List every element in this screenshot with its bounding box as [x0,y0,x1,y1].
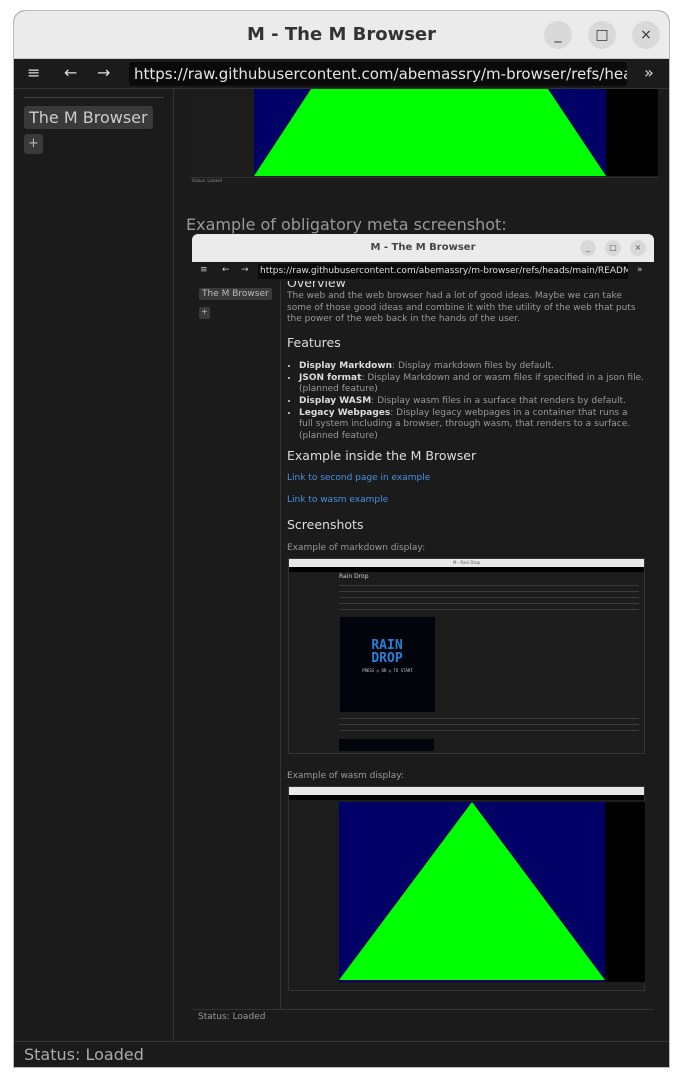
feature-name: Display Markdown [299,361,393,371]
raindrop-image: RAIN DROP PRESS ◎ OR ◎ TO START [340,617,435,712]
menu-icon[interactable]: ≡ [27,63,40,82]
browser-window: M - The M Browser _ □ × ≡ ← → https://ra… [13,10,670,1068]
close-button[interactable]: × [632,21,660,49]
feature-item: Legacy Webpages: Display legacy webpages… [299,408,644,443]
status-bar: Status: Loaded [14,1041,669,1067]
inner-toolbar: ≡ ← → https://raw.githubusercontent.com/… [192,262,654,281]
forward-icon[interactable]: → [97,63,110,82]
wasm-example-link[interactable]: Link to wasm example [287,495,388,507]
md-shot-heading: Rain Drop [339,573,369,580]
md-shot-title: M - Rain Drop [289,559,644,567]
inner-content: Overview The web and the web browser had… [287,281,647,1009]
feature-item: Display Markdown: Display markdown files… [299,361,644,373]
meta-caption: Example of obligatory meta screenshot: [186,215,507,234]
overview-heading: Overview [287,281,346,290]
wasm-shot-canvas [339,802,645,982]
toolbar: ≡ ← → https://raw.githubusercontent.com/… [14,59,669,89]
feature-desc: : Display markdown files by default. [392,361,554,371]
markdown-caption: Example of markdown display: [287,543,426,553]
maximize-button[interactable]: □ [588,21,616,49]
inner-tab: The M Browser [199,288,272,300]
inner-forward-icon: → [241,265,249,275]
overview-text: The web and the web browser had a lot of… [287,291,636,325]
meta-screenshot: M - The M Browser _ □ × ≡ ← → https://ra… [192,234,654,1024]
new-tab-button[interactable]: + [24,134,43,154]
wasm-screenshot [288,786,645,991]
md-shot-url [289,567,644,572]
feature-item: Display WASM: Display wasm files in a su… [299,396,644,408]
inner-close-icon: × [630,240,646,256]
title-bar: M - The M Browser _ □ × [14,11,669,59]
feature-item: JSON format: Display Markdown and or was… [299,373,644,396]
url-input[interactable]: https://raw.githubusercontent.com/abemas… [129,62,627,86]
screenshots-heading: Screenshots [287,517,364,532]
raindrop-sub: PRESS ◎ OR ◎ TO START [362,668,413,673]
features-heading: Features [287,335,341,350]
prev-status: Status: Loaded [190,177,658,183]
inner-title-bar: M - The M Browser _ □ × [192,234,654,262]
inner-menu-icon: ≡ [200,265,208,275]
inner-new-tab: + [199,307,210,319]
minimize-button[interactable]: _ [544,21,572,49]
wasm-screenshot-prev: Status: Loaded [190,89,658,184]
features-list: Display Markdown: Display markdown files… [299,361,644,443]
feature-name: JSON format [299,372,362,383]
wasm-canvas [254,89,658,176]
feature-name: Display WASM [299,396,372,407]
raindrop-title: RAIN DROP [371,638,403,666]
second-page-link[interactable]: Link to second page in example [287,473,430,485]
sidebar-divider [24,97,164,98]
sidebar-tab[interactable]: The M Browser [24,106,153,129]
inner-url: https://raw.githubusercontent.com/abemas… [258,264,628,279]
wasm-shot-titlebar [289,787,644,795]
wasm-shot-url [289,795,644,800]
md-shot-text-2 [339,716,639,736]
overflow-icon[interactable]: » [644,63,654,82]
inner-overflow-icon: » [637,265,643,275]
feature-name: Legacy Webpages [299,407,391,418]
inner-minimize-icon: _ [580,240,596,256]
markdown-screenshot: M - Rain Drop Rain Drop RAIN DROP PRESS … [288,558,645,754]
md-shot-text [339,583,639,611]
back-icon[interactable]: ← [64,63,77,82]
inner-sidebar: The M Browser + [192,281,281,1009]
example-heading: Example inside the M Browser [287,448,477,463]
wasm-caption: Example of wasm display: [287,771,404,781]
inner-status: Status: Loaded [192,1009,654,1024]
feature-desc: : Display wasm files in a surface that r… [371,396,626,407]
sidebar: The M Browser + [14,89,174,1041]
inner-back-icon: ← [222,265,230,275]
inner-maximize-icon: □ [605,240,621,256]
md-shot-image-2 [339,739,434,751]
